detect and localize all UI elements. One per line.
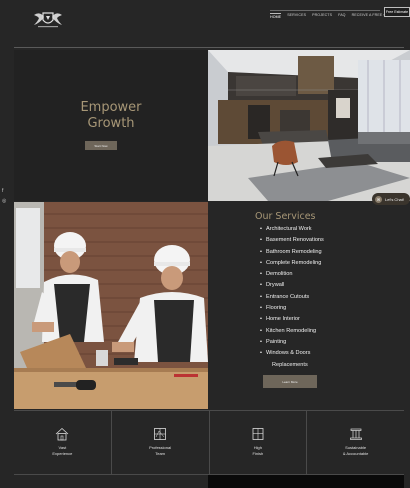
feature-label: High Finish — [252, 445, 264, 456]
nav-projects[interactable]: PROJECTS — [312, 13, 332, 19]
services-title: Our Services — [255, 211, 316, 222]
instagram-icon[interactable]: ◎ — [2, 196, 6, 206]
chat-label: Let's Chat! — [385, 196, 404, 202]
footer-dark-block — [208, 475, 404, 488]
list-item: Basement Renovations — [260, 235, 324, 246]
list-item: Home Interior — [260, 314, 324, 325]
chat-button[interactable]: ✉ Let's Chat! — [372, 193, 410, 205]
hero-panel: Empower Growth Start Now — [14, 50, 208, 201]
features-row: Vast Experience Professional Team High F… — [14, 410, 404, 474]
living-room-image — [208, 50, 410, 201]
nav-divider — [270, 10, 380, 11]
services-list: Architectural Work Basement Renovations … — [260, 224, 324, 371]
learn-more-button[interactable]: Learn More — [263, 375, 317, 388]
free-estimate-button[interactable]: Free Estimate — [384, 7, 410, 17]
list-item: Kitchen Remodeling — [260, 326, 324, 337]
start-now-button[interactable]: Start Now — [85, 141, 117, 150]
feature-label: Sustainable & Accountable — [342, 445, 369, 456]
carpenters-image — [14, 202, 208, 409]
list-item: Flooring — [260, 303, 324, 314]
list-item-continuation: Replacements — [272, 361, 308, 368]
feature-label: Vast Experience — [52, 445, 73, 456]
logo-icon[interactable] — [30, 9, 66, 31]
list-item: Architectural Work — [260, 224, 324, 235]
window-icon — [252, 428, 264, 440]
nav-faq[interactable]: FAQ — [338, 13, 346, 19]
feature-label: Professional Team — [149, 445, 172, 456]
nav-services[interactable]: SERVICES — [287, 13, 306, 19]
social-bar: f ◎ — [2, 186, 6, 206]
feature-professional-team: Professional Team — [112, 411, 210, 474]
feature-vast-experience: Vast Experience — [14, 411, 112, 474]
feature-sustainable: Sustainable & Accountable — [307, 411, 404, 474]
services-section: Our Services Architectural Work Basement… — [208, 202, 404, 409]
feature-high-finish: High Finish — [210, 411, 308, 474]
list-item: Drywall — [260, 280, 324, 291]
list-item: Complete Remodeling — [260, 258, 324, 269]
hero-title-line-2: Growth — [87, 116, 135, 131]
list-item: Demolition — [260, 269, 324, 280]
blueprint-icon — [154, 428, 167, 440]
facebook-icon[interactable]: f — [2, 186, 6, 196]
pillar-icon — [349, 428, 362, 440]
workers-photo — [14, 202, 208, 409]
list-item: Windows & Doors — [260, 348, 324, 359]
interior-photo — [208, 50, 410, 201]
main-nav: HOME SERVICES PROJECTS FAQ RECEIVE A FRE… — [270, 13, 397, 19]
header-divider — [14, 47, 404, 48]
hero-title: Empower Growth — [14, 100, 208, 132]
chat-bubble-icon: ✉ — [375, 195, 382, 203]
house-icon — [56, 427, 69, 441]
hero-title-line-1: Empower — [80, 100, 142, 115]
nav-home[interactable]: HOME — [270, 13, 282, 19]
list-item: Bathroom Remodeling — [260, 247, 324, 258]
site-header: HOME SERVICES PROJECTS FAQ RECEIVE A FRE… — [0, 0, 410, 48]
list-item: Painting — [260, 337, 324, 348]
list-item: Entrance Cutouts — [260, 292, 324, 303]
